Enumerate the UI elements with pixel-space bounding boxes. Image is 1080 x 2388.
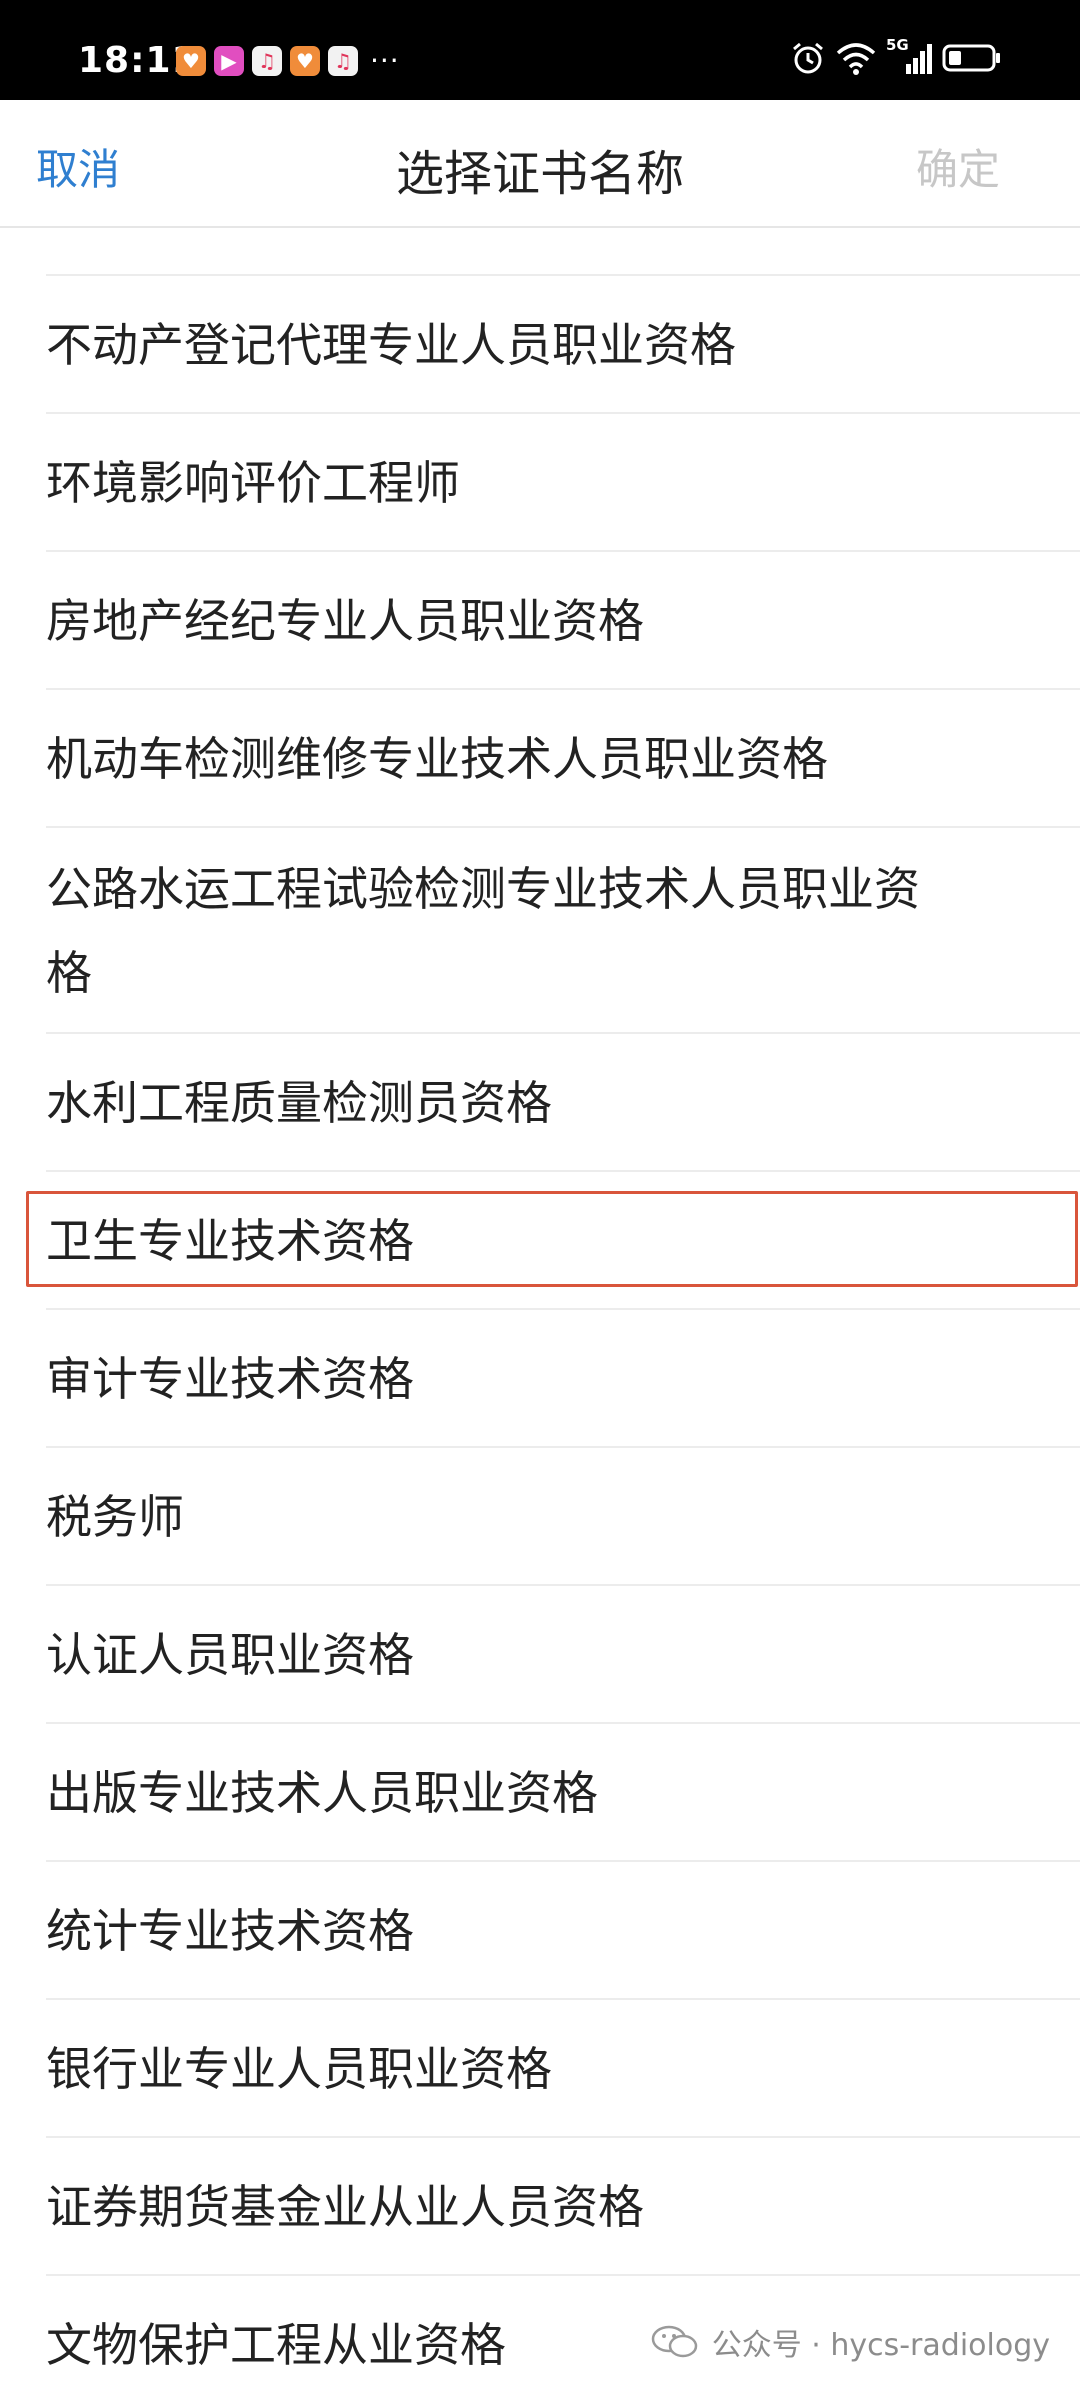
system-icons: 5G — [790, 36, 1002, 76]
video-app-icon: ▶ — [214, 45, 244, 76]
list-item-label: 银行业专业人员职业资格 — [46, 2042, 552, 2096]
picker-header: 取消 选择证书名称 确定 — [0, 100, 1080, 228]
wifi-icon — [836, 43, 876, 75]
cellular-signal: 5G — [886, 36, 932, 76]
confirm-button[interactable]: 确定 — [916, 136, 1000, 197]
list-item-label: 公路水运工程试验检测专业技术人员职业资格 — [46, 862, 920, 1000]
certificate-list[interactable]: 不动产登记代理专业人员职业资格 环境影响评价工程师 房地产经纪专业人员职业资格 … — [0, 226, 1080, 2388]
list-item-label: 卫生专业技术资格 — [46, 1214, 414, 1268]
list-item[interactable]: 税务师 — [0, 1448, 1080, 1586]
more-notifications-icon: ··· — [370, 44, 400, 77]
list-item[interactable]: 不动产登记代理专业人员职业资格 — [0, 276, 1080, 414]
watermark: 公众号 · hycs-radiology — [650, 2320, 1050, 2364]
list-item[interactable]: 水利工程质量检测员资格 — [0, 1034, 1080, 1172]
list-item[interactable]: 出版专业技术人员职业资格 — [0, 1724, 1080, 1862]
list-item-label: 认证人员职业资格 — [46, 1628, 414, 1682]
list-item-label: 不动产登记代理专业人员职业资格 — [46, 318, 736, 372]
list-item-label: 证券期货基金业从业人员资格 — [46, 2180, 644, 2234]
list-item[interactable]: 统计专业技术资格 — [0, 1862, 1080, 2000]
watermark-text: 公众号 · hycs-radiology — [711, 2328, 1050, 2363]
list-item[interactable]: 房地产经纪专业人员职业资格 — [0, 552, 1080, 690]
alarm-icon — [793, 42, 823, 74]
list-item-label: 环境影响评价工程师 — [46, 456, 460, 510]
list-item[interactable]: 公路水运工程试验检测专业技术人员职业资格 — [0, 828, 1080, 1034]
shield-app-icon: ♥ — [290, 45, 320, 76]
notification-icons: ♥ ▶ ♫ ♥ ♫ ··· — [176, 44, 400, 77]
list-item-label: 机动车检测维修专业技术人员职业资格 — [46, 732, 828, 786]
status-bar: 18:11 ♥ ▶ ♫ ♥ ♫ ··· 5G — [0, 0, 1080, 100]
battery-icon — [942, 44, 1000, 72]
list-item-label: 统计专业技术资格 — [46, 1904, 414, 1958]
wechat-icon — [651, 2325, 697, 2358]
music-app-icon: ♫ — [252, 45, 282, 76]
list-item[interactable]: 环境影响评价工程师 — [0, 414, 1080, 552]
list-item-label: 审计专业技术资格 — [46, 1352, 414, 1406]
list-item[interactable]: 证券期货基金业从业人员资格 — [0, 2138, 1080, 2276]
list-item-label: 水利工程质量检测员资格 — [46, 1076, 552, 1130]
list-item-label: 房地产经纪专业人员职业资格 — [46, 594, 644, 648]
list-item[interactable]: 机动车检测维修专业技术人员职业资格 — [0, 690, 1080, 828]
list-item-label: 出版专业技术人员职业资格 — [46, 1766, 598, 1820]
list-item-label: 文物保护工程从业资格 — [46, 2318, 506, 2372]
list-item[interactable]: 银行业专业人员职业资格 — [0, 2000, 1080, 2138]
signal-icon — [906, 44, 932, 74]
list-item-label: 税务师 — [46, 1490, 184, 1544]
list-item[interactable]: 认证人员职业资格 — [0, 1586, 1080, 1724]
music-app-icon: ♫ — [328, 45, 358, 76]
shield-app-icon: ♥ — [176, 45, 206, 76]
list-item[interactable]: 审计专业技术资格 — [0, 1310, 1080, 1448]
list-item-highlighted[interactable]: 卫生专业技术资格 — [0, 1172, 1080, 1310]
